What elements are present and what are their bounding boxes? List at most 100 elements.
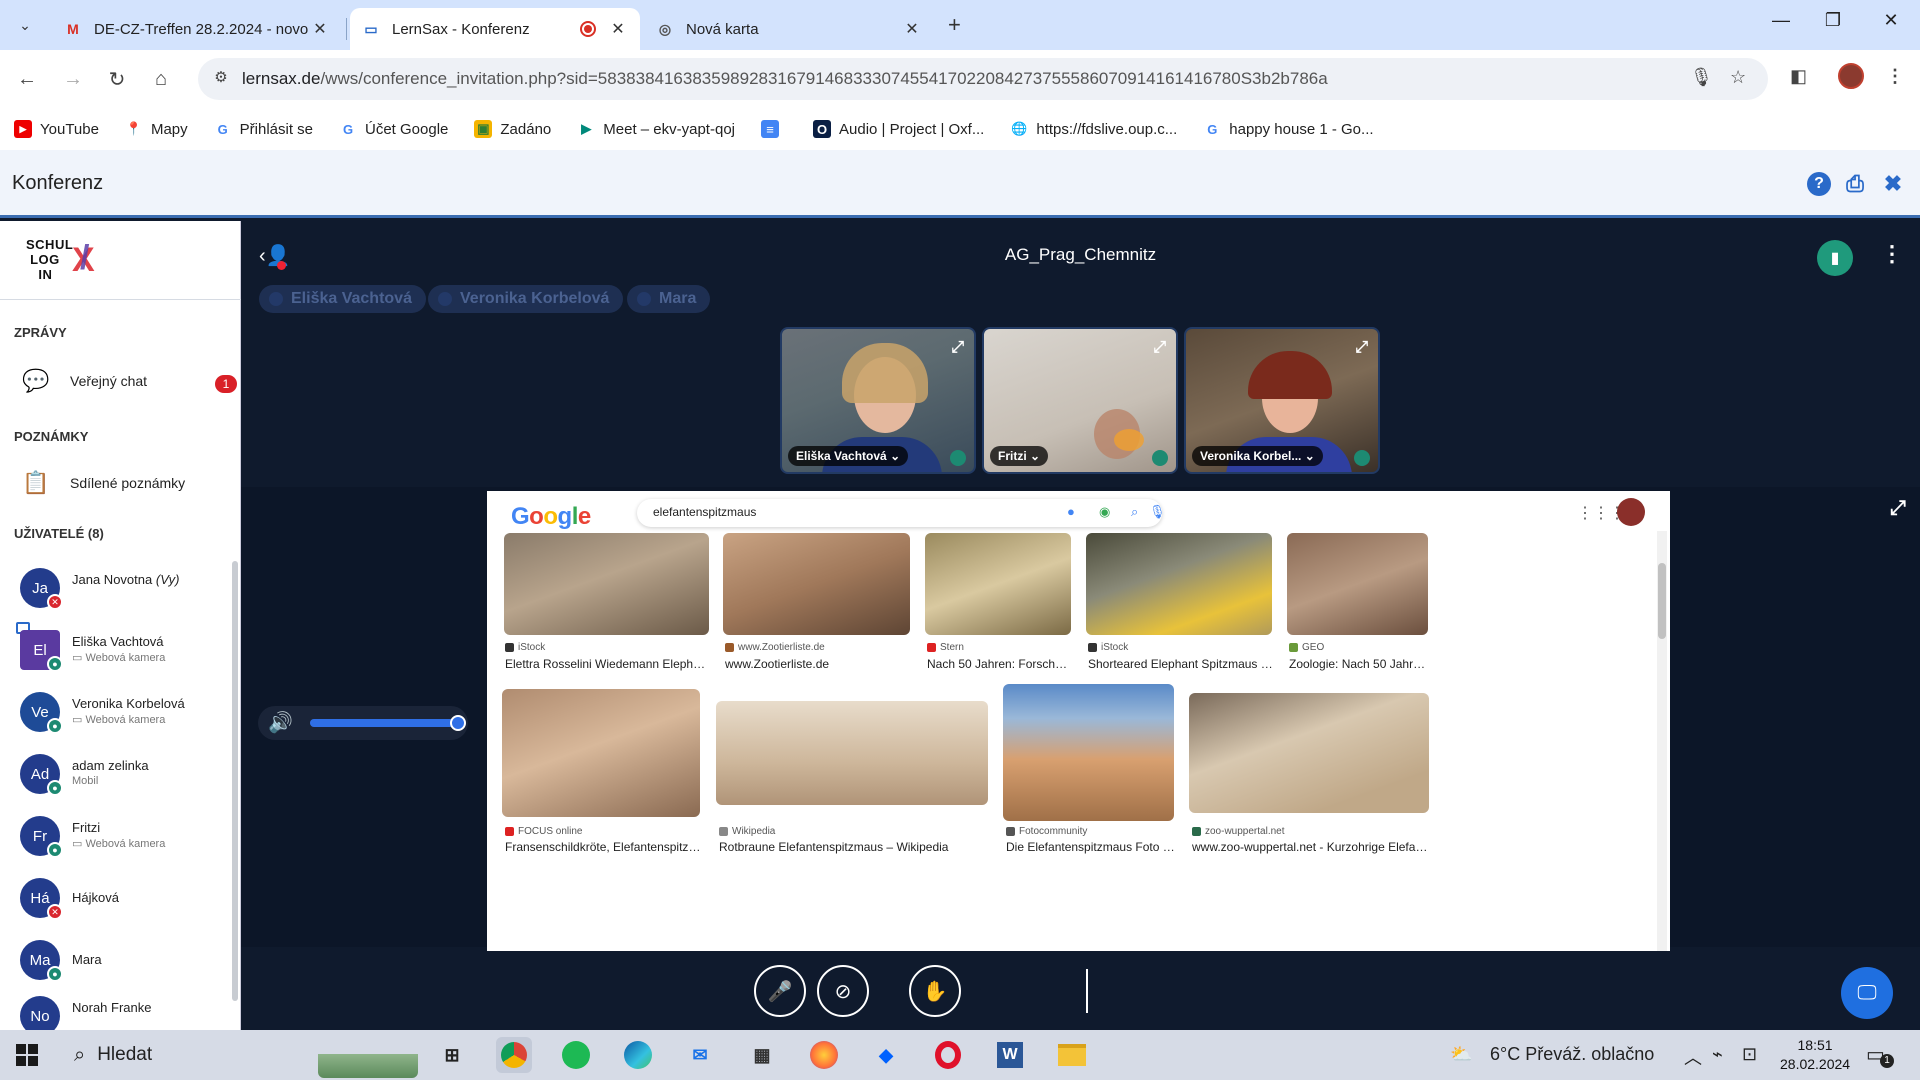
tab-search-button[interactable]: ⌄ <box>8 10 42 40</box>
tab-title: DE-CZ-Treffen 28.2.2024 - novo <box>94 20 309 38</box>
back-icon[interactable]: ← <box>12 64 42 94</box>
user-item[interactable]: No Norah Franke <box>20 994 220 1030</box>
user-item[interactable]: Ve ● Veronika Korbelová ▭ Webová kamera <box>20 690 220 734</box>
address-bar[interactable]: ⚙ lernsax.de/wws/conference_invitation.p… <box>198 58 1768 100</box>
user-device: ▭ Webová kamera <box>72 652 166 664</box>
close-tab-icon[interactable]: ✕ <box>310 19 330 39</box>
bookmark-meet[interactable]: ▶ Meet – ekv-yapt-qoj <box>577 120 735 138</box>
word-icon[interactable]: W <box>992 1037 1028 1073</box>
bookmark-classroom[interactable]: ▣ Zadáno <box>474 120 551 138</box>
shared-notes-item[interactable]: 📋 Sdílené poznámky <box>20 469 185 497</box>
bookmark-star-icon[interactable]: ☆ <box>1730 67 1746 88</box>
expand-icon[interactable]: ⤢ <box>951 339 964 357</box>
mic-icon: ● <box>47 718 63 734</box>
raise-hand-button[interactable]: ✋ <box>909 965 961 1017</box>
recording-icon <box>580 21 596 37</box>
help-icon[interactable]: ? <box>1807 172 1831 196</box>
user-name: Jana Novotna (Vy) <box>72 572 180 587</box>
notifications-icon[interactable]: ▭ 1 <box>1866 1042 1894 1068</box>
dropbox-icon[interactable]: ◆ <box>868 1037 904 1073</box>
bookmark-google-account[interactable]: G Účet Google <box>339 120 448 138</box>
store-icon[interactable]: ▦ <box>744 1037 780 1073</box>
volume-knob[interactable] <box>450 715 466 731</box>
video-tile[interactable]: ⤢ Fritzi ⌄ <box>982 327 1178 474</box>
bookmark-mapy[interactable]: 📍 Mapy <box>125 120 188 138</box>
network-icon[interactable]: ⌁ <box>1712 1044 1723 1065</box>
bookmark-happy-house[interactable]: Ghappy house 1 - Go... <box>1203 120 1373 138</box>
result-caption: Shorteared Elephant Spitzmaus Sto... <box>1088 657 1274 671</box>
volume-slider[interactable] <box>310 715 466 731</box>
menu-dots-icon[interactable]: ⋮ <box>1886 66 1904 87</box>
connection-status-button[interactable]: ▮ <box>1817 240 1853 276</box>
file-explorer-icon[interactable] <box>1054 1037 1090 1073</box>
print-icon[interactable]: ⎙ <box>1843 171 1867 196</box>
edge-icon[interactable] <box>620 1037 656 1073</box>
site-info-icon[interactable]: ⚙ <box>210 68 232 90</box>
user-item[interactable]: Ma ● Mara <box>20 938 220 982</box>
tab-title: Nová karta <box>686 20 759 38</box>
bookmark-login[interactable]: G Přihlásit se <box>214 120 313 138</box>
firefox-icon[interactable] <box>806 1037 842 1073</box>
close-tab-icon[interactable]: ✕ <box>608 19 628 39</box>
video-tile[interactable]: ⤢ Eliška Vachtová ⌄ <box>780 327 976 474</box>
public-chat-item[interactable]: 💬 Veřejný chat <box>20 367 147 395</box>
close-tab-icon[interactable]: ✕ <box>902 19 922 39</box>
reload-icon[interactable]: ↻ <box>102 64 132 94</box>
bookmark-docs[interactable]: ≡ <box>761 120 787 138</box>
close-window-button[interactable]: ✕ <box>1876 10 1906 31</box>
video-tile[interactable]: ⤢ Veronika Korbel... ⌄ <box>1184 327 1380 474</box>
video-label[interactable]: Eliška Vachtová ⌄ <box>788 446 909 466</box>
bookmark-oxford[interactable]: O Audio | Project | Oxf... <box>813 120 984 138</box>
tab-lernsax[interactable]: ▭ LernSax - Konferenz ✕ <box>350 8 640 50</box>
forward-icon[interactable]: → <box>58 64 88 94</box>
chrome-taskbar-icon[interactable] <box>496 1037 532 1073</box>
camera-toggle-button[interactable]: ⊘ <box>817 965 869 1017</box>
expand-icon[interactable]: ⤢ <box>1153 339 1166 357</box>
tab-gmail[interactable]: M DE-CZ-Treffen 28.2.2024 - novo ✕ <box>52 8 342 50</box>
bookmark-youtube[interactable]: ▶ YouTube <box>14 120 99 138</box>
expand-icon[interactable]: ⤢ <box>1355 339 1368 357</box>
user-item[interactable]: El ● Eliška Vachtová ▭ Webová kamera <box>16 622 220 672</box>
shared-screen[interactable]: Google elefantenspitzmaus 🎙 ● ◉ ⌕ ⋮⋮⋮ iS… <box>487 491 1670 951</box>
result-caption: www.Zootierliste.de <box>725 657 830 671</box>
new-tab-button[interactable]: + <box>948 12 961 38</box>
mail-icon[interactable]: ✉ <box>682 1037 718 1073</box>
result-image <box>502 689 700 817</box>
url-text: lernsax.de/wws/conference_invitation.php… <box>242 69 1328 88</box>
present-screen-button[interactable]: 🖵 <box>1841 967 1893 1019</box>
speaker-icon[interactable]: 🔊 <box>268 710 293 735</box>
volume-control[interactable]: 🔊 <box>258 706 468 740</box>
fullscreen-icon[interactable]: ⤢ <box>1890 497 1906 520</box>
user-item[interactable]: Ad ● adam zelinka Mobil <box>20 752 220 796</box>
tray-chevron-icon[interactable]: ︿ <box>1684 1044 1702 1070</box>
windows-start-icon[interactable] <box>16 1044 38 1066</box>
profile-avatar[interactable] <box>1838 63 1864 89</box>
opera-icon[interactable] <box>930 1037 966 1073</box>
section-users: UŽIVATELÉ (8) <box>14 526 104 541</box>
minimize-button[interactable]: — <box>1766 10 1796 31</box>
user-item[interactable]: Ja ✕ Jana Novotna (Vy) <box>20 566 220 610</box>
volume-icon[interactable]: ⊡ <box>1742 1044 1757 1065</box>
result-source: iStock <box>505 642 545 653</box>
weather-icon[interactable]: ⛅ <box>1450 1044 1472 1065</box>
spotify-icon[interactable] <box>558 1037 594 1073</box>
video-label[interactable]: Veronika Korbel... ⌄ <box>1192 446 1323 466</box>
user-item[interactable]: Há ✕ Hájková <box>20 876 220 920</box>
user-item[interactable]: Fr ● Fritzi ▭ Webová kamera <box>20 814 220 858</box>
close-icon[interactable]: ✖ <box>1881 171 1905 196</box>
talker-badge: Eliška Vachtová <box>259 285 426 313</box>
more-options-icon[interactable]: ⋮ <box>1881 241 1903 267</box>
mic-icon[interactable]: 🎙 <box>1690 67 1713 88</box>
mute-mic-button[interactable]: 🎤 <box>754 965 806 1017</box>
schullogin-logo: SCHUL LOG IN X / <box>26 237 95 282</box>
video-label[interactable]: Fritzi ⌄ <box>990 446 1049 466</box>
weather-text[interactable]: 6°C Převáž. oblačno <box>1490 1044 1654 1065</box>
home-icon[interactable]: ⌂ <box>146 64 176 94</box>
sidebar-scrollbar[interactable] <box>232 561 238 1001</box>
clock[interactable]: 18:51 28.02.2024 <box>1780 1036 1850 1074</box>
task-view-icon[interactable]: ⊞ <box>434 1037 470 1073</box>
bookmark-fdslive[interactable]: 🌐 https://fdslive.oup.c... <box>1010 120 1177 138</box>
side-panel-icon[interactable]: ◧ <box>1790 66 1807 87</box>
tab-new[interactable]: ◎ Nová karta ✕ <box>644 8 934 50</box>
restore-button[interactable]: ❐ <box>1818 10 1848 31</box>
